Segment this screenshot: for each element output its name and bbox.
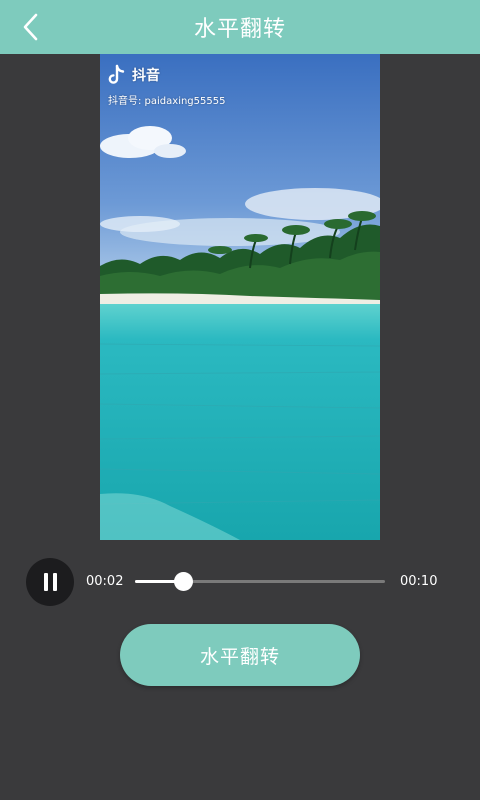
video-watermark: 抖音 抖音号: paidaxing55555 [108,64,225,107]
video-preview[interactable]: 抖音 抖音号: paidaxing55555 [100,54,380,540]
seek-bar-thumb[interactable] [173,572,193,591]
horizontal-flip-button[interactable]: 水平翻转 [120,624,360,686]
pause-button[interactable] [26,558,74,606]
seek-bar[interactable] [135,572,385,591]
app-header: 水平翻转 [0,0,480,54]
watermark-brand: 抖音 [132,68,160,84]
playback-controls: 00:02 00:10 [26,558,456,606]
total-duration: 00:10 [400,574,438,589]
chevron-left-icon [23,13,38,41]
beach-scene-image [100,54,380,540]
watermark-account-id: 抖音号: paidaxing55555 [108,96,226,107]
current-time: 00:02 [86,574,124,589]
back-button[interactable] [12,8,50,46]
pause-icon [41,573,59,591]
page-title: 水平翻转 [193,17,286,42]
tiktok-logo-icon [108,64,125,84]
